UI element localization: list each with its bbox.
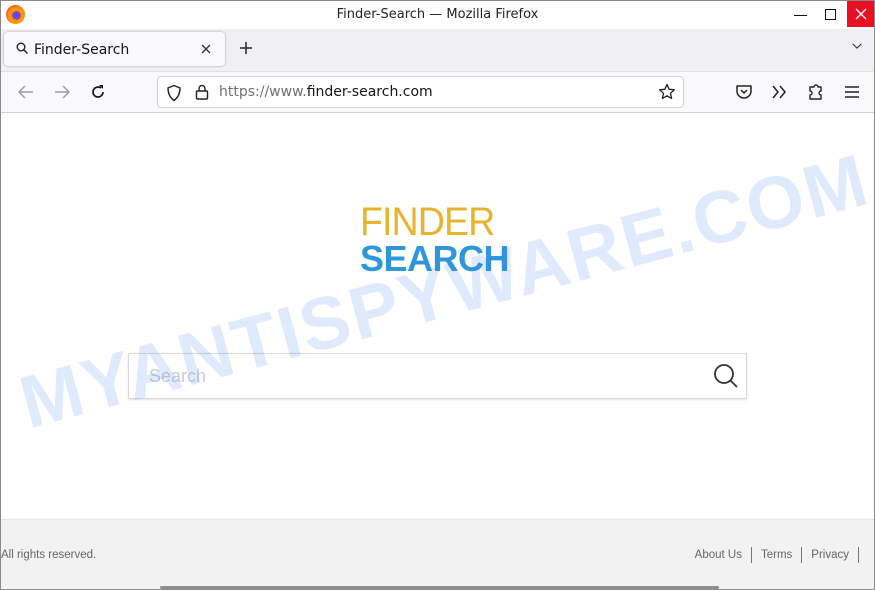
url-text[interactable]: https://www.finder-search.com	[219, 84, 433, 100]
lock-icon[interactable]	[194, 83, 210, 101]
close-window-button[interactable]	[847, 1, 874, 27]
tab-bar: Finder-Search	[1, 29, 874, 71]
close-icon	[855, 8, 867, 20]
tab-label: Finder-Search	[34, 42, 130, 58]
back-arrow-icon	[17, 85, 33, 99]
footer-separator	[801, 547, 803, 563]
bookmark-star-icon[interactable]	[658, 83, 676, 101]
footer-link-terms[interactable]: Terms	[761, 549, 792, 561]
search-button[interactable]	[712, 362, 740, 390]
search-icon	[16, 42, 29, 55]
logo-search-text: SEARCH	[360, 238, 510, 279]
tab-list-chevron-icon[interactable]	[852, 41, 862, 51]
title-bar: Finder-Search — Mozilla Firefox	[1, 1, 874, 29]
browser-window: Finder-Search — Mozilla Firefox Finder-S…	[0, 0, 875, 590]
window-title: Finder-Search — Mozilla Firefox	[336, 7, 539, 22]
minimize-button[interactable]	[786, 1, 814, 27]
shield-icon[interactable]	[166, 84, 182, 102]
reload-icon	[92, 85, 104, 98]
footer-links: About Us Terms Privacy	[695, 547, 868, 563]
page-footer: All rights reserved. About Us Terms Priv…	[1, 519, 874, 589]
maximize-button[interactable]	[816, 1, 844, 27]
reload-button[interactable]	[87, 81, 109, 103]
url-domain: finder-search.com	[306, 84, 433, 100]
navigation-toolbar: https://www.finder-search.com	[1, 71, 874, 113]
footer-separator	[750, 547, 752, 563]
pocket-icon[interactable]	[734, 82, 754, 102]
forward-arrow-icon	[55, 85, 71, 99]
footer-link-privacy[interactable]: Privacy	[811, 549, 849, 561]
url-prefix: https://www.	[219, 84, 307, 100]
tab-finder-search[interactable]: Finder-Search	[4, 32, 225, 66]
copyright-text: All rights reserved.	[1, 549, 97, 561]
logo-finder-text: FINDER	[360, 200, 495, 244]
tab-close-icon[interactable]	[196, 39, 216, 59]
finder-search-logo: FINDER SEARCH	[360, 200, 510, 279]
overflow-chevrons-icon[interactable]	[769, 82, 789, 102]
new-tab-button[interactable]	[237, 39, 255, 57]
footer-link-about-us[interactable]: About Us	[695, 549, 742, 561]
back-button[interactable]	[15, 81, 37, 103]
minimize-icon	[793, 14, 807, 16]
search-box	[128, 353, 747, 399]
search-input[interactable]	[129, 354, 699, 398]
extensions-puzzle-icon[interactable]	[806, 82, 826, 102]
horizontal-scrollbar[interactable]	[160, 586, 719, 589]
maximize-icon	[824, 8, 836, 20]
hamburger-menu-icon[interactable]	[842, 82, 862, 102]
page-content: FINDER SEARCH MYANTISPYWARE.COM	[1, 113, 874, 519]
url-bar[interactable]: https://www.finder-search.com	[157, 76, 684, 108]
footer-separator	[858, 547, 859, 563]
forward-button[interactable]	[51, 81, 73, 103]
